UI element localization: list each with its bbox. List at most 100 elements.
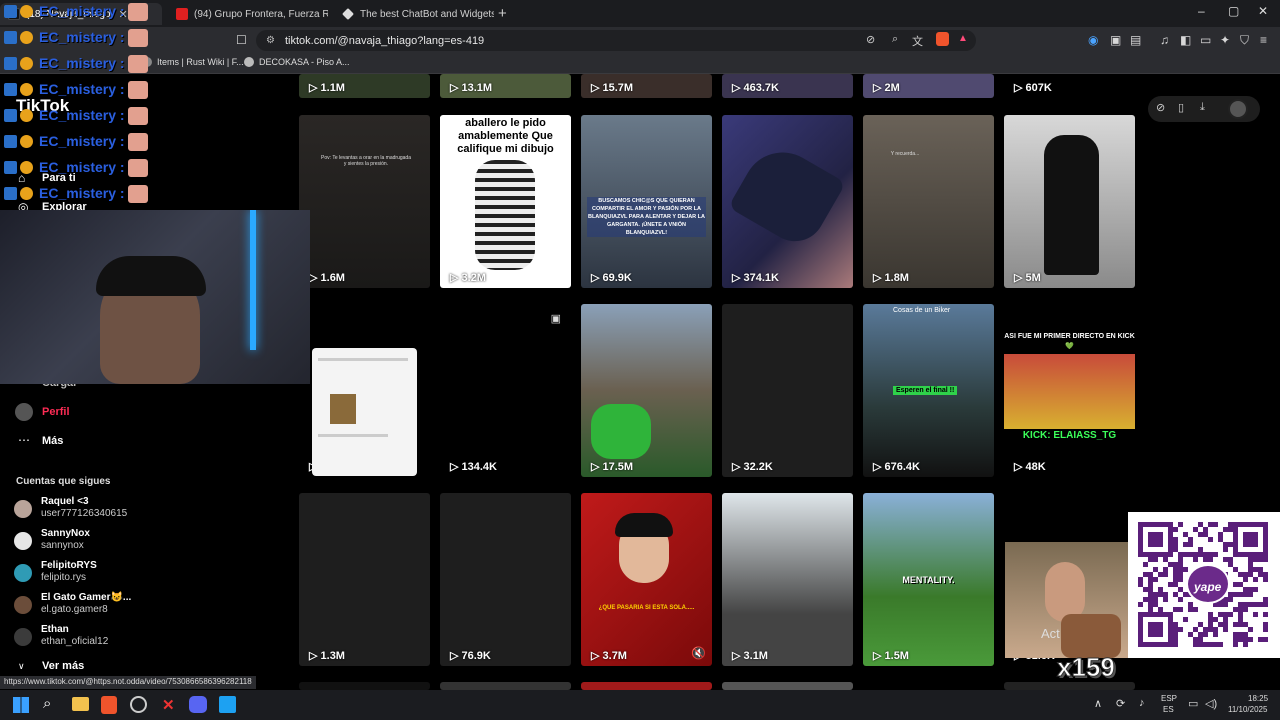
music-icon[interactable]: ♫ — [1160, 33, 1169, 47]
new-tab-button[interactable]: + — [498, 5, 507, 22]
microphone-icon[interactable]: ♪ — [1139, 697, 1145, 709]
video-tile[interactable]: ▷ 1.3M — [299, 493, 430, 666]
no-cast-icon[interactable]: ⊘ — [866, 33, 875, 46]
video-tile[interactable]: ▷ 1.1M — [299, 74, 430, 98]
address-bar[interactable]: ⚙ tiktok.com/@navaja_thiago?lang=es-419 … — [256, 30, 976, 51]
video-tile[interactable]: ▷ 374.1K — [722, 115, 853, 288]
video-tile[interactable]: ▷ 3.2M aballero le pido amablemente Que c… — [440, 115, 571, 288]
qr-module — [1243, 622, 1248, 627]
mobile-icon[interactable]: ▯ — [1178, 101, 1184, 114]
view-count: ▷ 3.1M — [732, 649, 768, 662]
see-more-link[interactable]: Ver más — [42, 660, 84, 672]
video-tile[interactable] — [440, 682, 571, 690]
keyboard-shortcut-icon[interactable]: ⊘ — [1156, 101, 1165, 114]
qr-module — [1208, 622, 1213, 627]
more-icon[interactable]: ⋯ — [18, 433, 30, 447]
file-explorer-icon[interactable] — [72, 697, 89, 711]
qr-module — [1168, 547, 1173, 552]
qr-module — [1148, 632, 1153, 637]
following-item[interactable]: El Gato Gamer😺... el.gato.gamer8 — [14, 592, 164, 618]
video-tile[interactable]: ▷ 1.6M Pov: Te levantas a orar en la madr… — [299, 115, 430, 288]
video-tile[interactable] — [581, 682, 712, 690]
following-item[interactable]: Raquel <3 user777126340615 — [14, 496, 164, 522]
clock-time[interactable]: 18:25 — [1248, 694, 1268, 703]
minimize-button[interactable]: – — [1198, 4, 1205, 18]
extension-icon[interactable]: ▣ — [1110, 33, 1121, 47]
sidebar-icon[interactable]: ◧ — [1180, 33, 1191, 47]
bookmark-icon[interactable]: ☐ — [236, 33, 247, 47]
video-tile[interactable]: ▷ 1.5M MENTALITY. — [863, 493, 994, 666]
video-tile[interactable] — [1004, 682, 1135, 690]
brave-rewards-icon[interactable]: ▲ — [958, 33, 968, 44]
floating-actions: ⊘ ▯ ⤓ — [1148, 96, 1260, 122]
maximize-button[interactable]: ▢ — [1228, 4, 1239, 18]
video-tile[interactable] — [722, 682, 853, 690]
site-info-icon[interactable]: ⚙ — [266, 35, 275, 46]
video-tile[interactable] — [299, 682, 430, 690]
tab-youtube[interactable]: (94) Grupo Frontera, Fuerza Regida - — [168, 3, 328, 25]
video-tile[interactable]: ▷ 676.4K Cosas de un Biker Esperen el fina… — [863, 304, 994, 477]
video-tile[interactable]: ▷ 1.8M Y recuerda... — [863, 115, 994, 288]
video-caption: Cosas de un Biker — [893, 307, 951, 314]
leo-ai-icon[interactable]: ✦ — [1220, 33, 1230, 47]
following-name: Raquel <3 — [41, 496, 89, 507]
play-icon: ▷ — [309, 650, 321, 662]
bookmark-item[interactable]: Items | Rust Wiki | F... — [142, 57, 244, 67]
video-tile[interactable]: ▷ 13.1M — [440, 74, 571, 98]
video-tile[interactable]: ▷ 48K ASI FUE MI PRIMER DIRECTO EN KICK💚 K… — [1004, 304, 1135, 477]
wallet-icon[interactable]: ▭ — [1200, 33, 1211, 47]
following-item[interactable]: Ethan ethan_oficial12 — [14, 624, 164, 650]
video-tile[interactable]: ▷ 17.5M — [581, 304, 712, 477]
network-icon[interactable]: ▭ — [1188, 697, 1198, 710]
close-window-button[interactable]: ✕ — [1258, 4, 1268, 18]
qr-module — [1143, 612, 1148, 617]
video-tile[interactable]: ▷ 607K — [1004, 74, 1135, 98]
video-tile[interactable]: ▷ 134.4K ▣ — [440, 304, 571, 477]
nav-profile[interactable]: Perfil — [42, 406, 70, 418]
brave-shields-icon[interactable] — [936, 32, 949, 46]
following-handle: user777126340615 — [41, 508, 128, 519]
user-avatar[interactable] — [1228, 99, 1248, 119]
following-item[interactable]: FelipitoRYS felipito.rys — [14, 560, 164, 586]
obs-icon[interactable] — [130, 696, 147, 713]
vpn-icon[interactable]: ⛉ — [1240, 33, 1249, 48]
video-tile[interactable]: ▷ 3.7M ¿QUE PASARIA SI ESTA SOLA..... 🔇 — [581, 493, 712, 666]
video-tile[interactable]: ▷ 76.9K — [440, 493, 571, 666]
video-tile[interactable]: ▷ 3.1M — [722, 493, 853, 666]
capcut-icon[interactable]: ✕ — [162, 696, 175, 714]
video-tile[interactable]: ▷ 69.9K BUSCAMOS CHIC@S QUE QUIERAN COMPA… — [581, 115, 712, 288]
video-tile[interactable]: ▷ 15.7M — [581, 74, 712, 98]
nav-more[interactable]: Más — [42, 435, 63, 447]
refresh-icon[interactable]: ⟳ — [1116, 697, 1125, 710]
following-item[interactable]: SannyNox sannynox — [14, 528, 164, 554]
translate-icon[interactable]: 文 — [912, 33, 923, 49]
audio-icon[interactable]: ◉ — [1088, 33, 1098, 47]
video-tile[interactable]: ▷ 5M — [1004, 115, 1135, 288]
brave-browser-icon[interactable] — [101, 696, 117, 714]
windows-start-icon[interactable] — [13, 697, 29, 713]
extension-icon[interactable]: ▤ — [1130, 33, 1141, 47]
menu-icon[interactable]: ≡ — [1260, 33, 1267, 47]
volume-icon[interactable]: ◁) — [1205, 697, 1217, 710]
qr-module — [1218, 602, 1223, 607]
zoom-icon[interactable]: ⌕ — [892, 33, 898, 46]
search-icon[interactable]: ⌕ — [43, 695, 51, 712]
language-label[interactable]: ESP — [1161, 694, 1177, 703]
app-icon[interactable] — [219, 696, 236, 713]
qr-module — [1248, 552, 1253, 557]
video-tile[interactable]: ▷ 32.2K — [722, 304, 853, 477]
mute-icon[interactable]: 🔇 — [691, 646, 706, 660]
discord-icon[interactable] — [189, 696, 207, 713]
profile-avatar[interactable] — [15, 403, 33, 421]
sub-badge-icon — [20, 57, 33, 70]
video-tile[interactable]: ▷ 463.7K — [722, 74, 853, 98]
qr-module — [1143, 562, 1148, 567]
video-tile[interactable]: ▷ 2M — [863, 74, 994, 98]
download-icon[interactable]: ⤓ — [1200, 101, 1205, 114]
chevron-down-icon[interactable]: ∨ — [18, 661, 25, 672]
chevron-up-icon[interactable]: ∧ — [1094, 697, 1102, 710]
qr-module — [1183, 552, 1188, 557]
tab-chatbot[interactable]: The best ChatBot and Widgets for Ki — [334, 3, 494, 25]
bookmark-item[interactable]: DECOKASA - Piso A... — [244, 57, 350, 67]
qr-module — [1223, 622, 1228, 627]
